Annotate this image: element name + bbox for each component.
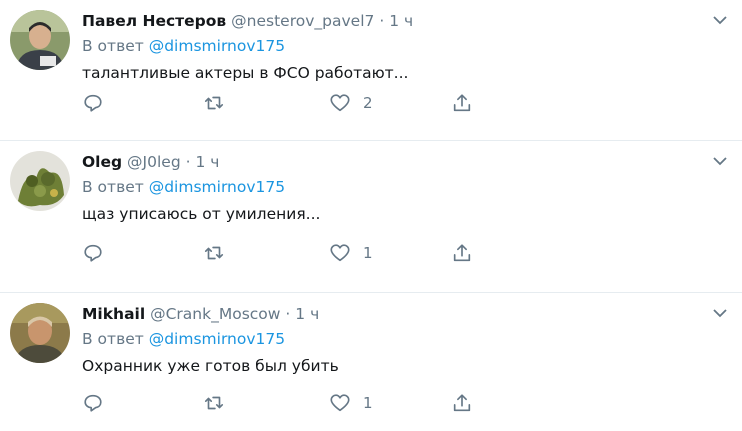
- author-handle[interactable]: @J0leg: [127, 153, 181, 171]
- chevron-down-icon[interactable]: [712, 305, 728, 321]
- author-name[interactable]: Павел Нестеров: [82, 12, 226, 30]
- avatar[interactable]: [10, 151, 70, 211]
- retweet-button[interactable]: [203, 392, 225, 414]
- reply-prefix: В ответ: [82, 37, 144, 55]
- retweet-button[interactable]: [203, 242, 225, 264]
- reply-context: В ответ @dimsmirnov175: [82, 35, 722, 57]
- tweet-actions: 2: [82, 92, 482, 116]
- reply-prefix: В ответ: [82, 178, 144, 196]
- reply-prefix: В ответ: [82, 330, 144, 348]
- retweet-icon: [204, 96, 224, 110]
- retweet-icon: [204, 246, 224, 260]
- tweet[interactable]: Павел Нестеров @nesterov_pavel7 · 1 ч В …: [0, 0, 742, 141]
- like-count: 1: [363, 244, 373, 262]
- reply-icon: [84, 94, 102, 112]
- retweet-button[interactable]: [203, 92, 225, 114]
- tweet-text: щаз уписаюсь от умиления...: [82, 205, 321, 223]
- reply-context: В ответ @dimsmirnov175: [82, 328, 722, 350]
- reply-icon: [84, 394, 102, 412]
- reply-to-link[interactable]: @dimsmirnov175: [149, 178, 285, 196]
- reply-to-link[interactable]: @dimsmirnov175: [149, 37, 285, 55]
- share-icon: [453, 394, 471, 412]
- timestamp[interactable]: 1 ч: [389, 12, 413, 30]
- separator-dot: ·: [285, 305, 291, 323]
- share-button[interactable]: [451, 392, 473, 414]
- reply-button[interactable]: [82, 242, 104, 264]
- tweet-content: Павел Нестеров @nesterov_pavel7 · 1 ч В …: [82, 10, 722, 84]
- share-icon: [453, 244, 471, 262]
- separator-dot: ·: [379, 12, 385, 30]
- like-count: 1: [363, 394, 373, 412]
- tweet-text: Охранник уже готов был убить: [82, 357, 339, 375]
- chevron-down-icon[interactable]: [712, 12, 728, 28]
- tweet-content: Oleg @J0leg · 1 ч В ответ @dimsmirnov175…: [82, 151, 722, 225]
- retweet-icon: [204, 396, 224, 410]
- tweet-header: Mikhail @Crank_Moscow · 1 ч: [82, 303, 722, 325]
- tweet-actions: 1: [82, 392, 482, 416]
- share-button[interactable]: [451, 92, 473, 114]
- like-button[interactable]: 1: [329, 242, 373, 264]
- author-name[interactable]: Oleg: [82, 153, 122, 171]
- heart-icon: [330, 244, 350, 262]
- author-name[interactable]: Mikhail: [82, 305, 145, 323]
- author-handle[interactable]: @Crank_Moscow: [150, 305, 280, 323]
- tweet-header: Oleg @J0leg · 1 ч: [82, 151, 722, 173]
- tweet[interactable]: Oleg @J0leg · 1 ч В ответ @dimsmirnov175…: [0, 141, 742, 293]
- reply-to-link[interactable]: @dimsmirnov175: [149, 330, 285, 348]
- heart-icon: [330, 94, 350, 112]
- share-button[interactable]: [451, 242, 473, 264]
- separator-dot: ·: [185, 153, 191, 171]
- tweet-actions: 1: [82, 242, 482, 266]
- author-handle[interactable]: @nesterov_pavel7: [231, 12, 374, 30]
- like-button[interactable]: 2: [329, 92, 373, 114]
- timestamp[interactable]: 1 ч: [195, 153, 219, 171]
- tweet[interactable]: Mikhail @Crank_Moscow · 1 ч В ответ @dim…: [0, 293, 742, 431]
- heart-icon: [330, 394, 350, 412]
- chevron-down-icon[interactable]: [712, 153, 728, 169]
- reply-feed: Павел Нестеров @nesterov_pavel7 · 1 ч В …: [0, 0, 742, 431]
- reply-context: В ответ @dimsmirnov175: [82, 176, 722, 198]
- tweet-content: Mikhail @Crank_Moscow · 1 ч В ответ @dim…: [82, 303, 722, 377]
- reply-button[interactable]: [82, 92, 104, 114]
- timestamp[interactable]: 1 ч: [295, 305, 319, 323]
- tweet-text: талантливые актеры в ФСО работают...: [82, 64, 409, 82]
- avatar[interactable]: [10, 303, 70, 363]
- share-icon: [453, 94, 471, 112]
- like-count: 2: [363, 94, 373, 112]
- avatar[interactable]: [10, 10, 70, 70]
- tweet-header: Павел Нестеров @nesterov_pavel7 · 1 ч: [82, 10, 722, 32]
- reply-icon: [84, 244, 102, 262]
- like-button[interactable]: 1: [329, 392, 373, 414]
- reply-button[interactable]: [82, 392, 104, 414]
